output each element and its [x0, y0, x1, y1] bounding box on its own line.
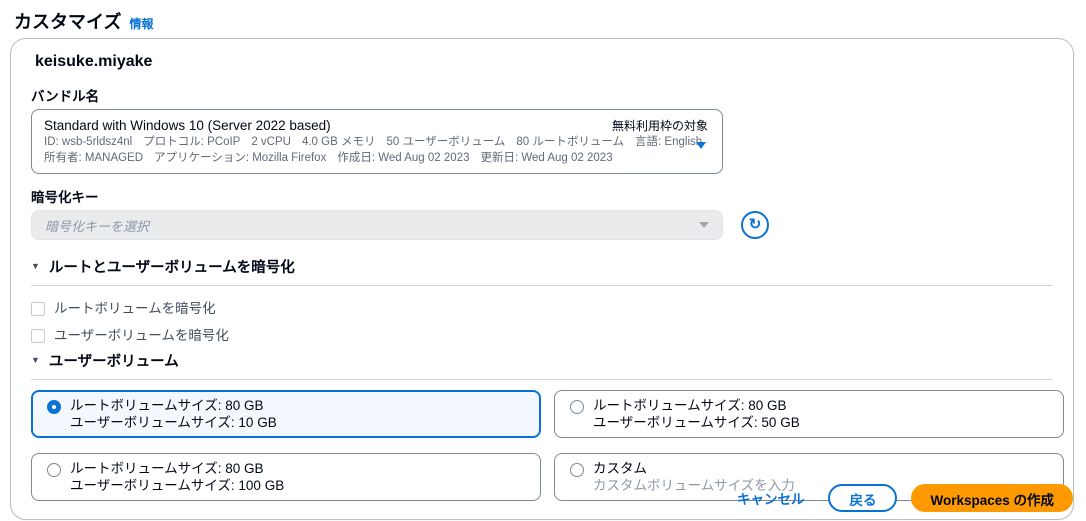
radio-unselected-icon: [570, 400, 584, 414]
radio-selected-icon: [47, 400, 61, 414]
checkbox-icon: [31, 302, 45, 316]
volume-option-line1: ルートボリュームサイズ: 80 GB: [593, 397, 800, 414]
volume-option-80-100[interactable]: ルートボリュームサイズ: 80 GB ユーザーボリュームサイズ: 100 GB: [31, 453, 541, 501]
page-title: カスタマイズ: [14, 8, 121, 34]
checkbox-encrypt-user-volume[interactable]: ユーザーボリュームを暗号化: [31, 327, 1053, 344]
bundle-meta-line1: ID: wsb-5rldsz4nl プロトコル: PCoIP 2 vCPU 4.…: [44, 134, 612, 150]
encryption-key-row: 暗号化キーを選択 ↻: [31, 210, 1053, 240]
bundle-memory: 4.0 GB メモリ: [302, 134, 376, 150]
volume-option-line2: ユーザーボリュームサイズ: 50 GB: [593, 414, 800, 431]
footer-actions: キャンセル 戻る Workspaces の作成: [727, 484, 1073, 512]
radio-unselected-icon: [47, 463, 61, 477]
checkbox-encrypt-user-volume-label: ユーザーボリュームを暗号化: [54, 327, 229, 344]
encryption-key-select[interactable]: 暗号化キーを選択: [31, 210, 723, 240]
bundle-owner: 所有者: MANAGED: [44, 150, 143, 166]
volume-option-line1: ルートボリュームサイズ: 80 GB: [70, 397, 277, 414]
chevron-down-icon: [696, 142, 706, 149]
volume-option-line1: カスタム: [593, 460, 795, 477]
bundle-created: 作成日: Wed Aug 02 2023: [337, 150, 469, 166]
bundle-protocol: プロトコル: PCoIP: [143, 134, 240, 150]
refresh-icon: ↻: [749, 217, 762, 232]
customize-panel: keisuke.miyake バンドル名 Standard with Windo…: [10, 38, 1074, 520]
bundle-title: Standard with Windows 10 (Server 2022 ba…: [44, 117, 612, 134]
bundle-user-volume: 50 ユーザーボリューム: [386, 134, 505, 150]
volume-option-80-50[interactable]: ルートボリュームサイズ: 80 GB ユーザーボリュームサイズ: 50 GB: [554, 390, 1064, 438]
workspace-user-name: keisuke.miyake: [35, 53, 1053, 71]
section-user-volume-title: ユーザーボリューム: [49, 350, 179, 371]
section-user-volume: ▼ ユーザーボリューム ルートボリュームサイズ: 80 GB ユーザーボリューム…: [31, 350, 1053, 501]
section-encrypt-volumes: ▼ ルートとユーザーボリュームを暗号化 ルートボリュームを暗号化 ユーザーボリュ…: [31, 256, 1053, 346]
refresh-button[interactable]: ↻: [741, 211, 769, 239]
section-user-volume-header[interactable]: ▼ ユーザーボリューム: [31, 350, 1053, 371]
bundle-meta-line2: 所有者: MANAGED アプリケーション: Mozilla Firefox 作…: [44, 150, 612, 166]
info-link[interactable]: 情報: [129, 15, 153, 32]
encrypt-checkbox-group: ルートボリュームを暗号化 ユーザーボリュームを暗号化: [31, 286, 1053, 346]
section-encrypt-volumes-title: ルートとユーザーボリュームを暗号化: [49, 256, 295, 277]
bundle-application: アプリケーション: Mozilla Firefox: [154, 150, 326, 166]
bundle-language: 言語: English: [635, 134, 702, 150]
volume-option-line1: ルートボリュームサイズ: 80 GB: [70, 460, 284, 477]
create-workspaces-button[interactable]: Workspaces の作成: [911, 484, 1073, 512]
radio-unselected-icon: [570, 463, 584, 477]
bundle-updated: 更新日: Wed Aug 02 2023: [480, 150, 612, 166]
volume-option-line2: ユーザーボリュームサイズ: 10 GB: [70, 414, 277, 431]
page-header: カスタマイズ 情報: [0, 0, 1086, 34]
checkbox-icon: [31, 329, 45, 343]
chevron-down-icon: [699, 222, 709, 228]
free-tier-badge: 無料利用枠の対象: [612, 117, 708, 134]
divider: [31, 379, 1053, 380]
checkbox-encrypt-root-volume-label: ルートボリュームを暗号化: [54, 300, 216, 317]
encryption-key-placeholder: 暗号化キーを選択: [45, 216, 149, 235]
volume-option-line2: ユーザーボリュームサイズ: 100 GB: [70, 477, 284, 494]
bundle-vcpu: 2 vCPU: [251, 134, 291, 150]
cancel-button[interactable]: キャンセル: [727, 484, 815, 512]
volume-option-80-10[interactable]: ルートボリュームサイズ: 80 GB ユーザーボリュームサイズ: 10 GB: [31, 390, 541, 438]
bundle-id: ID: wsb-5rldsz4nl: [44, 134, 132, 150]
section-encrypt-volumes-header[interactable]: ▼ ルートとユーザーボリュームを暗号化: [31, 256, 1053, 277]
bundle-name-label: バンドル名: [31, 85, 1053, 105]
bundle-select[interactable]: Standard with Windows 10 (Server 2022 ba…: [31, 109, 723, 174]
encryption-key-label: 暗号化キー: [31, 186, 1053, 206]
bundle-root-volume: 80 ルートボリューム: [516, 134, 624, 150]
triangle-down-icon: ▼: [31, 262, 40, 271]
checkbox-encrypt-root-volume[interactable]: ルートボリュームを暗号化: [31, 300, 1053, 317]
back-button[interactable]: 戻る: [828, 484, 897, 512]
workspaces-customize-page: カスタマイズ 情報 keisuke.miyake バンドル名 Standard …: [0, 0, 1086, 521]
triangle-down-icon: ▼: [31, 356, 40, 365]
